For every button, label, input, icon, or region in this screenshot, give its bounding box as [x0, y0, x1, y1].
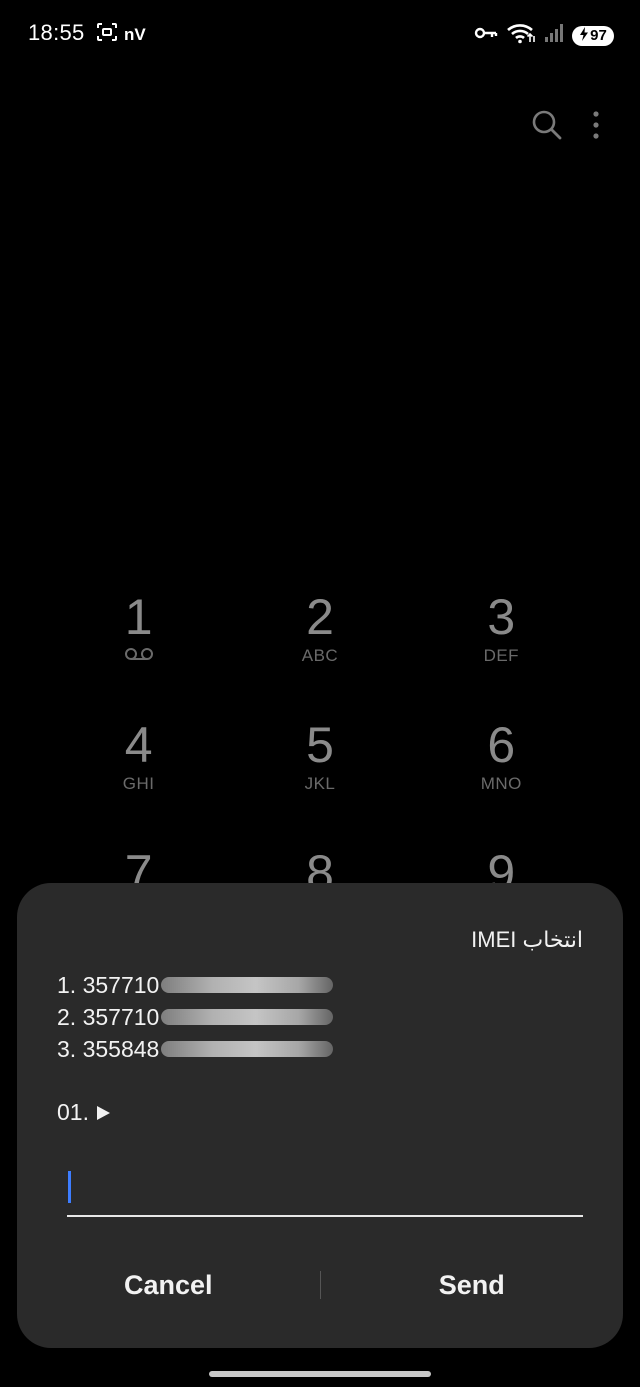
dialog-title: انتخاب IMEI	[471, 927, 583, 952]
voicemail-icon	[124, 646, 154, 666]
imei-item: 1. 357710	[57, 969, 334, 1001]
search-icon[interactable]	[530, 108, 564, 147]
signal-icon	[544, 23, 564, 48]
top-actions	[530, 108, 600, 147]
more-options-icon[interactable]	[592, 110, 600, 145]
wifi-icon	[506, 22, 536, 49]
network-badge: nV	[124, 24, 146, 44]
dialpad-key-6[interactable]: 6 MNO	[411, 718, 592, 810]
status-left-icons: nV	[96, 22, 146, 47]
text-cursor	[68, 1171, 71, 1203]
imei-list: 1. 357710 2. 357710 3. 355848	[57, 969, 334, 1065]
ussd-dialog: انتخاب IMEI 1. 357710 2. 357710 3. 35584…	[17, 883, 623, 1348]
key-letters: JKL	[304, 774, 336, 793]
key-letters: DEF	[483, 646, 520, 665]
dialpad-key-1[interactable]: 1	[48, 590, 229, 682]
cancel-button[interactable]: Cancel	[17, 1255, 320, 1315]
status-bar: 18:55 nV 97	[0, 0, 640, 68]
imei-item-text: 3. 355848	[57, 1036, 160, 1062]
dialpad-key-3[interactable]: 3 DEF	[411, 590, 592, 682]
key-digit: 3	[487, 589, 516, 645]
battery-level: 97	[590, 27, 607, 44]
imei-item-text: 2. 357710	[57, 1004, 160, 1030]
key-digit: 1	[124, 589, 153, 645]
key-digit: 2	[306, 589, 334, 645]
key-digit: 6	[487, 717, 516, 773]
redacted-blur	[161, 1009, 334, 1025]
imei-item: 2. 357710	[57, 1001, 334, 1033]
home-indicator[interactable]	[209, 1371, 431, 1377]
battery-icon: 97	[572, 25, 614, 46]
key-letters: GHI	[122, 774, 155, 793]
dialpad-key-5[interactable]: 5 JKL	[229, 718, 410, 810]
key-letters: MNO	[480, 774, 522, 793]
prompt-text: 01.	[57, 1099, 89, 1125]
imei-item-text: 1. 357710	[57, 972, 160, 998]
imei-item: 3. 355848	[57, 1033, 334, 1065]
send-button[interactable]: Send	[321, 1255, 624, 1315]
prompt-line: 01.	[57, 1099, 111, 1126]
status-right-icons: 97	[474, 22, 614, 49]
vpn-key-icon	[474, 26, 498, 45]
key-digit: 5	[306, 717, 334, 773]
dialpad-key-2[interactable]: 2 ABC	[229, 590, 410, 682]
key-digit: 4	[124, 717, 153, 773]
play-arrow-icon	[95, 1099, 111, 1125]
charging-icon	[579, 26, 589, 45]
screen-capture-icon	[96, 22, 118, 47]
redacted-blur	[161, 977, 334, 993]
key-letters: ABC	[301, 646, 339, 665]
dialpad-key-4[interactable]: 4 GHI	[48, 718, 229, 810]
ussd-reply-input[interactable]	[67, 1165, 583, 1217]
dialog-buttons: Cancel Send	[17, 1255, 623, 1315]
redacted-blur	[161, 1041, 334, 1057]
status-time: 18:55	[28, 20, 85, 45]
